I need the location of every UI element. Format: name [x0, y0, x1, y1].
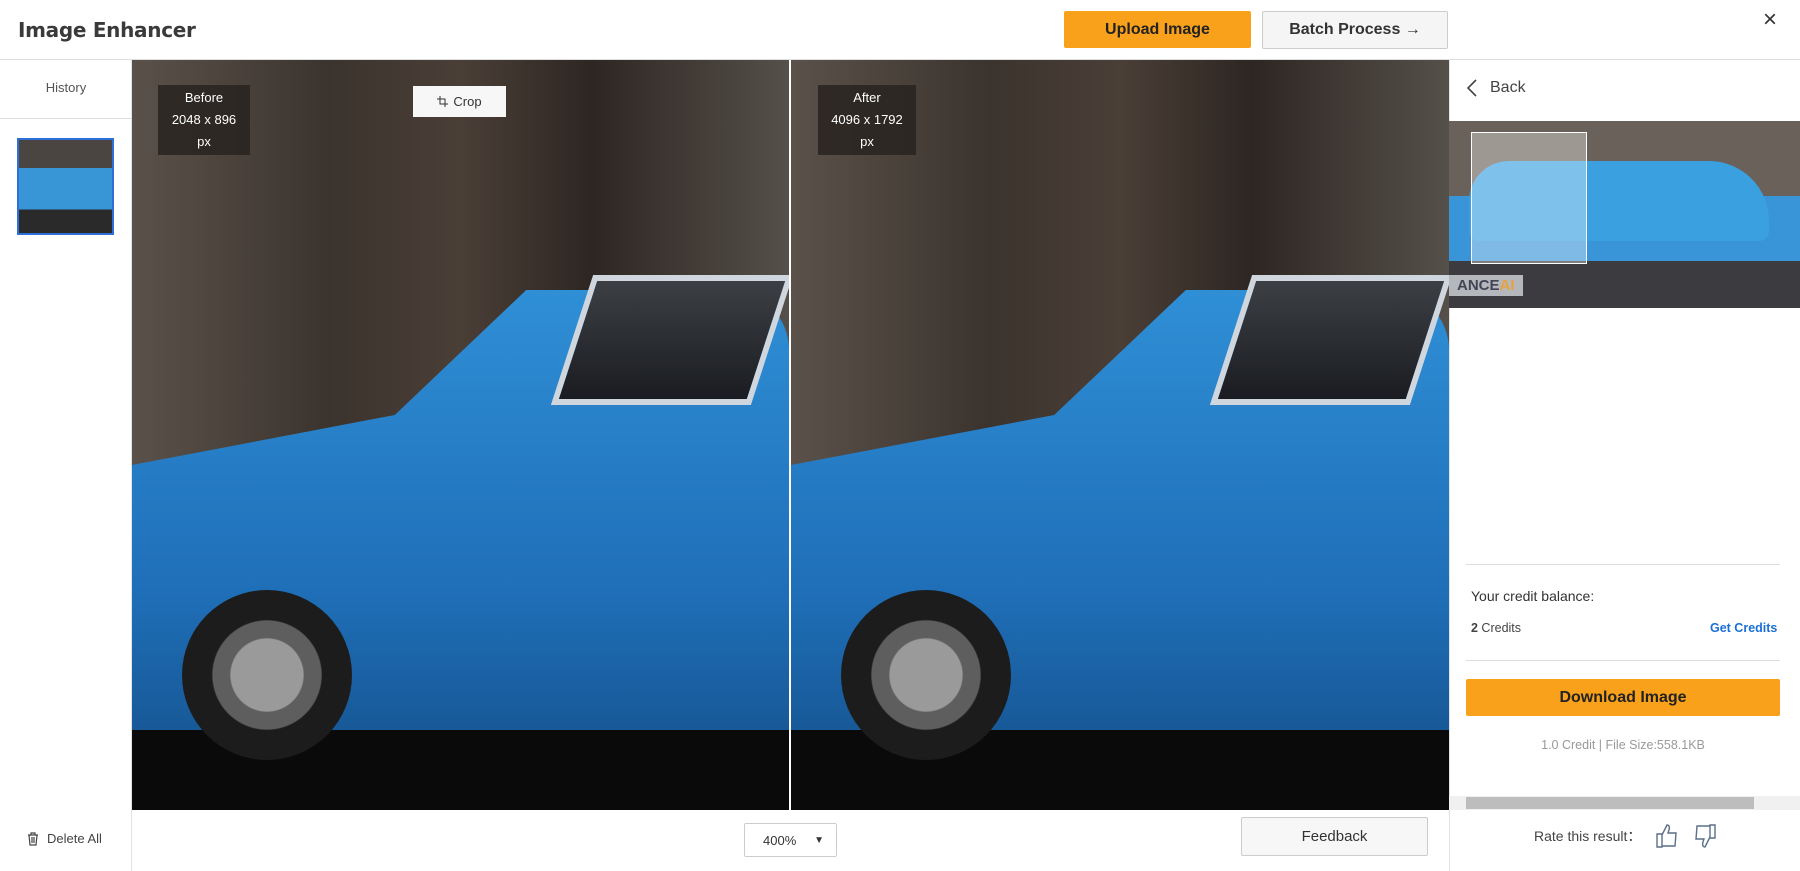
credits-number: 2 — [1471, 621, 1478, 635]
header: Image Enhancer — [0, 0, 1800, 60]
download-image-button[interactable]: Download Image — [1466, 679, 1780, 716]
car-wheel — [841, 590, 1011, 760]
delete-all-button[interactable]: Delete All — [27, 831, 102, 846]
after-title: After — [853, 90, 881, 105]
logo-accent: AI — [1499, 277, 1515, 294]
file-info: 1.0 Credit | File Size:558.1KB — [1541, 738, 1705, 752]
crop-icon — [437, 96, 449, 107]
delete-all-label: Delete All — [47, 831, 102, 846]
crop-button[interactable]: Crop — [413, 86, 506, 117]
before-title: Before — [184, 90, 224, 105]
credits-unit: Credits — [1477, 621, 1522, 635]
credit-balance-label: Your credit balance: — [1471, 588, 1595, 604]
back-label: Back — [1490, 79, 1526, 96]
scrollbar-thumb[interactable] — [1466, 797, 1754, 809]
comparison-divider[interactable] — [789, 60, 791, 810]
car-wheel — [182, 590, 352, 760]
close-icon[interactable]: × — [1758, 8, 1782, 32]
get-credits-link[interactable]: Get Credits — [1710, 621, 1777, 635]
car-window — [1209, 275, 1449, 405]
after-size: 4096 x 1792 px — [831, 112, 903, 149]
car-window — [550, 275, 789, 405]
back-button[interactable]: Back — [1466, 78, 1526, 98]
zoom-select[interactable]: 400% ▼ — [744, 823, 837, 857]
logo-text: ANCE — [1457, 277, 1500, 294]
thumbs-up-icon[interactable] — [1655, 823, 1679, 849]
chevron-down-icon: ▼ — [814, 834, 824, 846]
batch-process-button[interactable]: Batch Process → — [1262, 11, 1448, 49]
divider — [0, 118, 132, 119]
navigator-preview[interactable]: ANCEAI — [1449, 121, 1800, 308]
before-size: 2048 x 896 px — [171, 112, 237, 149]
app-title: Image Enhancer — [18, 18, 196, 42]
history-thumbnail[interactable] — [17, 138, 114, 235]
feedback-button[interactable]: Feedback — [1241, 817, 1428, 856]
chevron-left-icon — [1466, 79, 1477, 97]
viewport-box[interactable] — [1471, 132, 1587, 264]
history-heading: History — [45, 80, 87, 95]
thumbs-down-icon[interactable] — [1693, 823, 1717, 849]
divider — [1466, 660, 1780, 661]
after-image[interactable] — [791, 60, 1449, 810]
divider — [1466, 564, 1780, 565]
trash-icon — [28, 831, 38, 846]
after-label: After 4096 x 1792 px — [818, 85, 916, 155]
watermark-logo: ANCEAI — [1449, 275, 1523, 296]
rate-result: Rate this result： — [1534, 823, 1717, 849]
rate-label: Rate this result： — [1534, 828, 1642, 844]
zoom-value: 400% — [763, 832, 797, 848]
credit-count: 2 Credits — [1471, 621, 1521, 635]
upload-image-button[interactable]: Upload Image — [1064, 11, 1251, 48]
before-label: Before 2048 x 896 px — [158, 85, 250, 155]
history-sidebar: History Delete All — [0, 60, 132, 871]
before-image[interactable] — [132, 60, 789, 810]
crop-label: Crop — [453, 94, 482, 109]
